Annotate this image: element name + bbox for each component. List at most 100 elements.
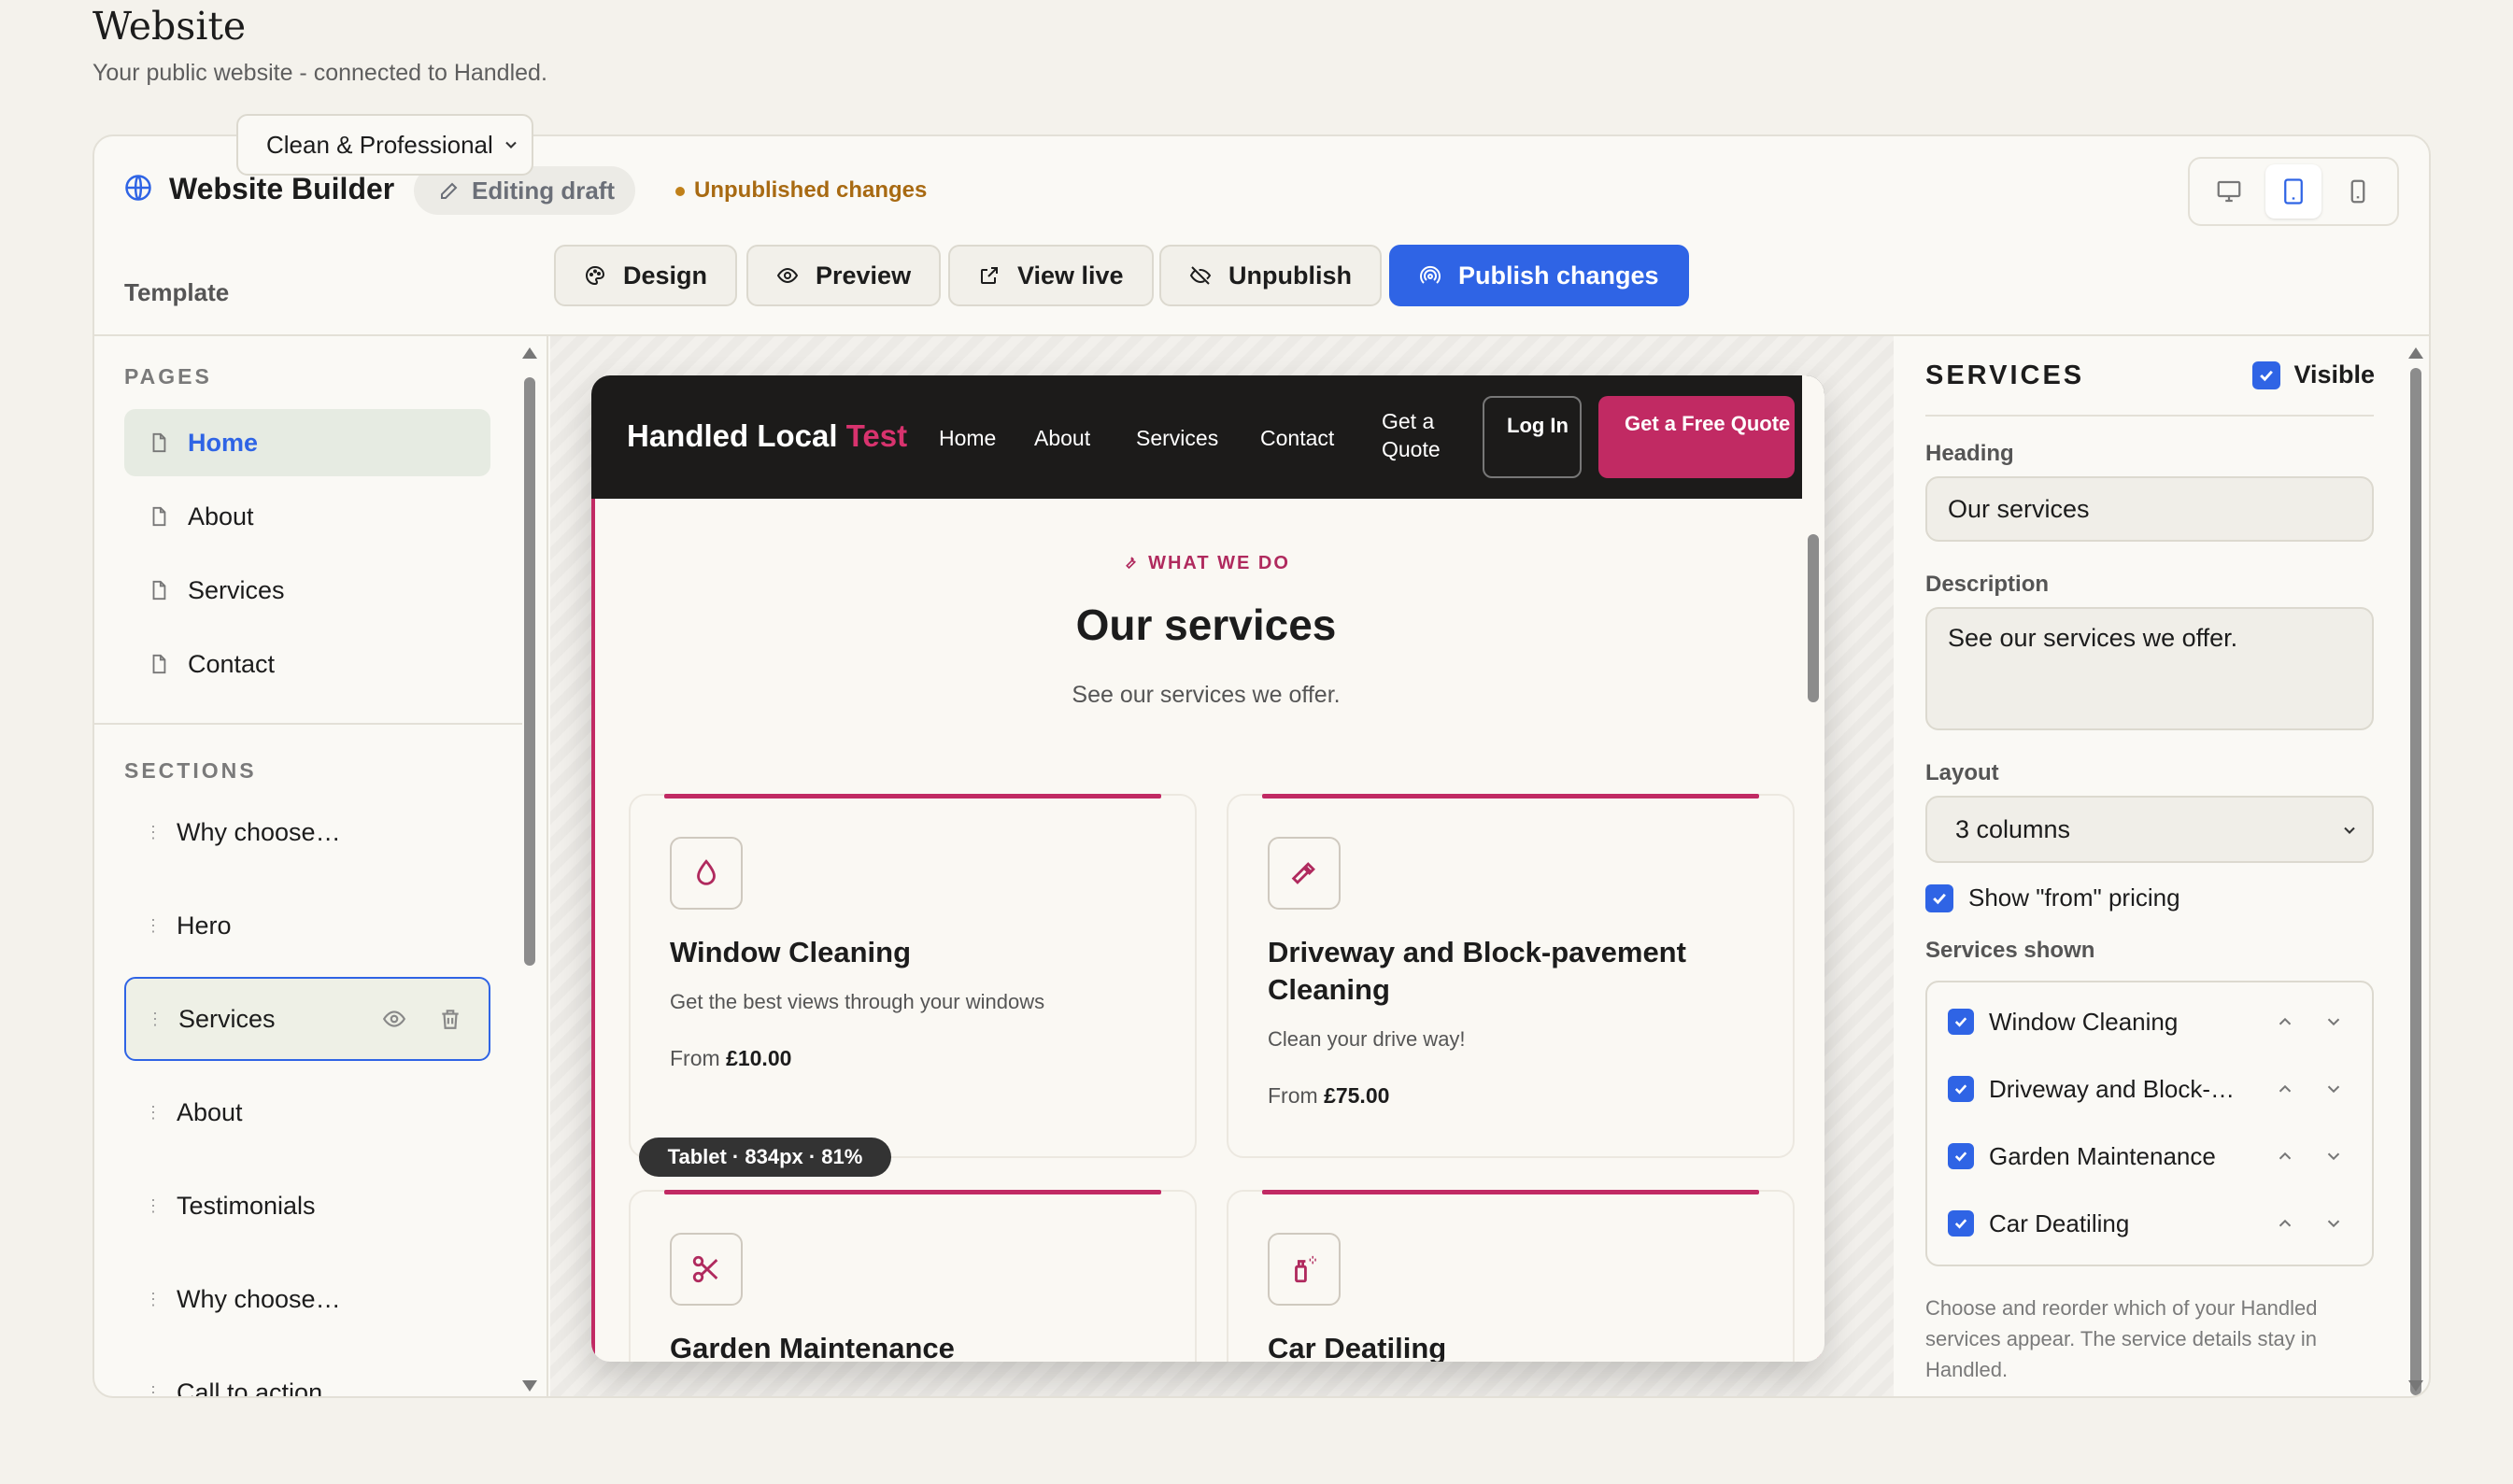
service-checkbox[interactable] [1948,1076,1974,1102]
page-subtitle: Your public website - connected to Handl… [92,60,547,86]
chevron-down-icon[interactable] [2323,1079,2344,1099]
section-item[interactable]: ⋮ Why choose… [124,1257,490,1341]
service-icon-box [1268,1233,1341,1306]
chevron-up-icon[interactable] [2275,1011,2295,1032]
unpublish-button[interactable]: Unpublish [1159,245,1382,306]
service-option[interactable]: Driveway and Block-pavement Cleaning [1948,1070,2359,1108]
chevron-up-icon[interactable] [2275,1146,2295,1166]
reorder-controls [2275,1213,2344,1234]
trash-icon[interactable] [438,1007,462,1031]
chevron-down-icon[interactable] [2323,1011,2344,1032]
drag-handle-icon[interactable]: ⋮ [145,823,162,842]
site-nav-services[interactable]: Services [1136,426,1218,451]
section-actions [382,979,462,1059]
mobile-view-button[interactable] [2330,164,2386,219]
chevron-up-icon[interactable] [2275,1079,2295,1099]
chevron-down-icon[interactable] [2323,1146,2344,1166]
scrollbar-thumb[interactable] [2410,368,2421,1395]
heading-input[interactable]: Our services [1925,476,2374,542]
section-item-selected[interactable]: ⋮ Services [124,977,490,1061]
section-item-label: About [177,1097,243,1126]
service-card[interactable]: Window Cleaning Get the best views throu… [629,794,1197,1158]
tablet-view-button[interactable] [2265,164,2321,219]
drag-handle-icon[interactable]: ⋮ [145,1383,162,1397]
check-icon [1954,1152,1967,1162]
external-link-icon [981,267,998,284]
from-pricing-checkbox[interactable] [1925,883,1953,912]
view-live-button[interactable]: View live [948,245,1154,306]
chevron-up-icon[interactable] [2275,1213,2295,1234]
scroll-down-arrow[interactable] [2408,1380,2423,1392]
drag-handle-icon[interactable]: ⋮ [145,1103,162,1123]
section-heading: Our services [1075,601,1337,649]
scroll-up-arrow[interactable] [522,347,537,359]
page-item-contact[interactable]: Contact [124,630,490,698]
unpublished-status: Unpublished changes [675,177,927,204]
eye-icon[interactable] [382,1007,406,1031]
from-pricing-toggle[interactable]: Show "from" pricing [1925,883,2180,912]
service-option[interactable]: Car Deatiling [1948,1205,2359,1242]
price-from-label: From [670,1046,720,1070]
drag-handle-icon[interactable]: ⋮ [145,916,162,936]
section-item[interactable]: ⋮ Call to action [124,1350,490,1398]
preview-button[interactable]: Preview [746,245,942,306]
template-select[interactable]: Clean & Professional [236,114,533,176]
sidebar-scrollbar[interactable] [520,347,539,1392]
service-option[interactable]: Window Cleaning [1948,1003,2359,1040]
service-option[interactable]: Garden Maintenance [1948,1138,2359,1175]
services-section-preview[interactable]: WHAT WE DO Our services See our services… [591,499,1821,1362]
service-checkbox[interactable] [1948,1009,1974,1035]
scrollbar-thumb[interactable] [524,377,535,966]
service-card[interactable]: Garden Maintenance [629,1190,1197,1362]
section-eyebrow-label: WHAT WE DO [1148,553,1290,573]
page-item-home[interactable]: Home [124,409,490,476]
publish-changes-button[interactable]: Publish changes [1389,245,1689,306]
preview-scrollbar[interactable] [1802,375,1824,1362]
preview-canvas: Handled Local Test Home About Services C… [550,336,1894,1396]
scrollbar-thumb[interactable] [1808,534,1819,702]
site-nav-home[interactable]: Home [939,426,996,451]
design-button-label: Design [623,261,708,290]
layout-select-value: 3 columns [1955,815,2071,843]
unpublish-button-label: Unpublish [1228,261,1352,290]
section-item[interactable]: ⋮ Why choose… [124,790,490,874]
section-item[interactable]: ⋮ Testimonials [124,1164,490,1248]
section-item[interactable]: ⋮ Hero [124,883,490,968]
page-item-about[interactable]: About [124,483,490,550]
description-textarea[interactable]: See our services we offer. [1925,607,2374,730]
drag-handle-icon[interactable]: ⋮ [147,1010,163,1029]
service-card[interactable]: Car Deatiling [1227,1190,1795,1362]
preview-button-label: Preview [816,261,912,290]
drag-handle-icon[interactable]: ⋮ [145,1290,162,1309]
check-icon [1954,1219,1967,1229]
section-item[interactable]: ⋮ About [124,1070,490,1154]
design-button[interactable]: Design [554,245,738,306]
section-item-label: Call to action [177,1378,323,1398]
unpublished-status-label: Unpublished changes [694,177,928,203]
viewport-badge: Tablet · 834px · 81% [639,1138,891,1177]
visible-label: Visible [2293,360,2375,389]
desktop-view-button[interactable] [2201,164,2257,219]
visible-toggle[interactable]: Visible [2252,360,2375,389]
site-nav-about[interactable]: About [1034,426,1090,451]
site-nav-quote[interactable]: Get a Quote [1382,407,1462,463]
service-checkbox[interactable] [1948,1210,1974,1237]
scroll-down-arrow[interactable] [522,1380,537,1392]
page-item-services[interactable]: Services [124,557,490,624]
panel-scrollbar[interactable] [2407,347,2425,1395]
desktop-icon [2217,180,2241,203]
site-login-button[interactable]: Log In [1483,396,1582,478]
service-option-label: Window Cleaning [1989,1007,2179,1036]
sections-heading: SECTIONS [124,758,257,783]
service-card[interactable]: Driveway and Block-pavement Cleaning Cle… [1227,794,1795,1158]
chevron-down-icon[interactable] [2323,1213,2344,1234]
layout-select[interactable]: 3 columns [1925,796,2374,863]
page-item-label: Contact [188,649,276,678]
site-nav-contact[interactable]: Contact [1260,426,1334,451]
visible-checkbox[interactable] [2252,360,2281,389]
scroll-up-arrow[interactable] [2408,347,2423,359]
drag-handle-icon[interactable]: ⋮ [145,1196,162,1216]
site-cta-button[interactable]: Get a Free Quote [1598,396,1795,478]
site-brand[interactable]: Handled Local Test [627,418,907,454]
service-checkbox[interactable] [1948,1143,1974,1169]
